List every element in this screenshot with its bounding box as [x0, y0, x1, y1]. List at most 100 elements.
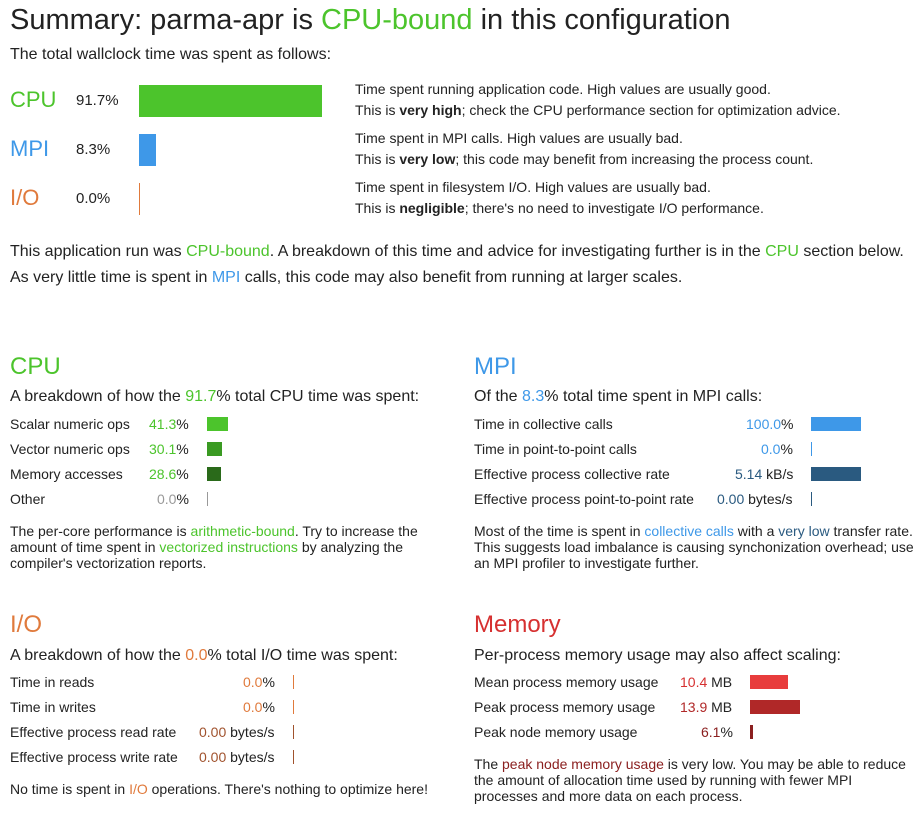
cpu-row-label: Memory accesses	[10, 466, 123, 482]
mpi-sub-pre: Of the	[474, 388, 523, 405]
cpu-row-bar	[207, 442, 222, 456]
summary-cpu-desc-line2: This is very high; check the CPU perform…	[355, 100, 841, 121]
io-sub-post: % total I/O time was spent:	[207, 647, 398, 664]
summary-mpi-desc-line2: This is very low; this code may benefit …	[355, 149, 813, 170]
io-note-link[interactable]: I/O	[129, 781, 148, 797]
io-sub-value: 0.0	[185, 647, 208, 664]
memory-section-title: Memory	[474, 611, 561, 638]
summary-paragraph-2: As very little time is spent in MPI call…	[10, 269, 682, 287]
memory-row-label: Peak node memory usage	[474, 724, 638, 740]
cpu-section-subtitle: A breakdown of how the 91.7% total CPU t…	[10, 388, 419, 406]
mpi-row-number: 5.14	[735, 466, 763, 482]
mpi-row-unit: %	[780, 441, 793, 457]
cpu-row-value: 41.3%	[149, 416, 189, 432]
memory-section-subtitle: Per-process memory usage may also affect…	[474, 647, 841, 664]
io-row-bar	[293, 700, 294, 714]
summary-paragraph-1: This application run was CPU-bound. A br…	[10, 243, 904, 261]
cpu-sub-value: 91.7	[185, 388, 217, 405]
cpu-note-text-1: The per-core performance is	[10, 523, 191, 539]
summary-mpi-desc-line1: Time spent in MPI calls. High values are…	[355, 130, 683, 146]
memory-row-label: Mean process memory usage	[474, 674, 659, 690]
io-note-text-1: No time is spent in	[10, 781, 130, 797]
cpu-row-bar	[207, 467, 221, 481]
memory-row-bar	[750, 675, 788, 689]
para2-text-2: calls, this code may also benefit from r…	[240, 269, 683, 286]
summary-cpu-desc-line1: Time spent running application code. Hig…	[355, 81, 771, 97]
summary-mpi-percent: 8.3%	[76, 141, 111, 158]
mpi-row-value: 100.0%	[746, 416, 794, 432]
mpi-desc2-pre: This is	[355, 151, 400, 167]
io-row-value: 0.0%	[243, 699, 275, 715]
cpu-row-value: 0.0%	[157, 491, 189, 507]
cpu-row-number: 41.3	[149, 416, 177, 432]
cpu-note-link-vector[interactable]: vectorized instructions	[159, 539, 298, 555]
cpu-row-label: Scalar numeric ops	[10, 416, 130, 432]
cpu-sub-post: % total CPU time was spent:	[216, 388, 420, 405]
summary-io-desc: Time spent in filesystem I/O. High value…	[355, 177, 764, 219]
io-row-label: Effective process read rate	[10, 724, 177, 740]
io-row-bar	[293, 750, 294, 764]
io-section-subtitle: A breakdown of how the 0.0% total I/O ti…	[10, 647, 398, 665]
memory-row-number: 13.9	[680, 699, 708, 715]
mpi-row-bar	[811, 492, 812, 506]
io-row-value: 0.00 bytes/s	[199, 724, 275, 740]
summary-cpu-percent: 91.7%	[76, 92, 119, 109]
io-row-unit: %	[262, 699, 275, 715]
memory-note-text-1: The	[474, 756, 503, 772]
cpu-desc2-bold: very high	[399, 102, 462, 118]
memory-row-number: 10.4	[680, 674, 708, 690]
io-row-unit: %	[262, 674, 275, 690]
summary-cpu-desc: Time spent running application code. Hig…	[355, 79, 841, 121]
io-row-unit: bytes/s	[230, 749, 275, 765]
io-row-label: Effective process write rate	[10, 749, 178, 765]
cpu-section-title: CPU	[10, 353, 61, 380]
mpi-note-link-verylow[interactable]: very low	[778, 523, 829, 539]
mpi-desc2-post: ; this code may benefit from increasing …	[455, 151, 814, 167]
io-row-value: 0.00 bytes/s	[199, 749, 275, 765]
cpu-row-unit: %	[176, 466, 189, 482]
io-row-label: Time in reads	[10, 674, 95, 690]
mpi-section-title: MPI	[474, 353, 517, 380]
mpi-row-label: Effective process collective rate	[474, 466, 670, 482]
cpu-row-bar	[207, 417, 228, 431]
mpi-row-label: Effective process point-to-point rate	[474, 491, 694, 507]
summary-io-desc-line1: Time spent in filesystem I/O. High value…	[355, 179, 711, 195]
io-row-unit: bytes/s	[230, 724, 275, 740]
para1-cpu-bound-link[interactable]: CPU-bound	[186, 243, 270, 260]
mpi-note-link-collective[interactable]: collective calls	[644, 523, 733, 539]
mpi-row-number: 0.0	[761, 441, 781, 457]
mpi-row-label: Time in collective calls	[474, 416, 613, 432]
io-note: No time is spent in I/O operations. Ther…	[10, 781, 450, 797]
mpi-row-unit: bytes/s	[748, 491, 793, 507]
para2-mpi-link[interactable]: MPI	[212, 269, 240, 286]
memory-row-unit: %	[720, 724, 733, 740]
io-desc2-post: ; there's no need to investigate I/O per…	[464, 200, 764, 216]
memory-row-bar	[750, 700, 800, 714]
io-row-bar	[293, 725, 294, 739]
mpi-note-text-1: Most of the time is spent in	[474, 523, 645, 539]
cpu-note: The per-core performance is arithmetic-b…	[10, 523, 450, 571]
mpi-row-bar	[811, 442, 812, 456]
summary-cpu-label: CPU	[10, 87, 57, 112]
cpu-row-number: 30.1	[149, 441, 177, 457]
memory-row-value: 6.1%	[701, 724, 733, 740]
summary-io-bar	[139, 183, 140, 215]
io-desc2-pre: This is	[355, 200, 400, 216]
cpu-note-link-arith[interactable]: arithmetic-bound	[191, 523, 295, 539]
memory-note-link[interactable]: peak node memory usage	[502, 756, 664, 772]
cpu-sub-pre: A breakdown of how the	[10, 388, 186, 405]
io-sub-pre: A breakdown of how the	[10, 647, 186, 664]
summary-intro: The total wallclock time was spent as fo…	[10, 46, 332, 63]
io-row-number: 0.0	[243, 674, 263, 690]
summary-mpi-label: MPI	[10, 136, 50, 161]
summary-io-label: I/O	[10, 185, 40, 210]
io-row-number: 0.00	[199, 749, 227, 765]
memory-row-unit: MB	[711, 674, 733, 690]
title-suffix: in this configuration	[472, 4, 731, 36]
mpi-row-number: 100.0	[746, 416, 782, 432]
mpi-sub-value: 8.3	[522, 388, 545, 405]
para1-cpu-link[interactable]: CPU	[765, 243, 799, 260]
io-desc2-bold: negligible	[399, 200, 465, 216]
cpu-row-unit: %	[176, 441, 189, 457]
io-section-title: I/O	[10, 611, 43, 638]
